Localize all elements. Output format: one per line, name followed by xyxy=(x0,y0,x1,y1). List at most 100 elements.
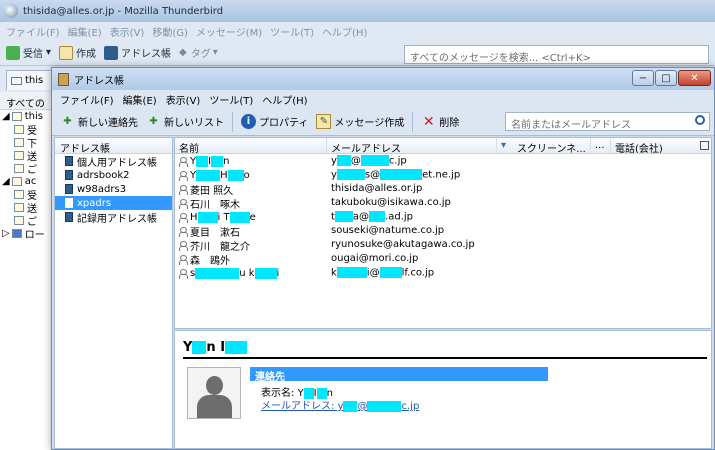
redaction xyxy=(196,169,221,181)
ab-menu-edit[interactable]: 編集(E) xyxy=(123,92,157,107)
thunderbird-app-icon xyxy=(4,4,18,18)
expander-icon[interactable]: ◢ xyxy=(2,111,10,122)
maximize-button[interactable]: □ xyxy=(655,70,677,86)
table-row[interactable]: 芥川 龍之介 ryunosuke@akutagawa.co.jp xyxy=(175,238,711,252)
mail-account-icon xyxy=(11,177,22,186)
column-email[interactable]: メールアドレス xyxy=(327,138,497,153)
card-email-link[interactable]: メールアドレス: y @ c.jp xyxy=(261,397,419,412)
get-mail-dropdown-icon[interactable]: ▾ xyxy=(46,47,51,58)
folder-inbox-2[interactable]: 受 xyxy=(0,188,53,201)
ab-menu-help[interactable]: ヘルプ(H) xyxy=(262,92,307,107)
redaction xyxy=(360,155,389,166)
main-menu-file[interactable]: ファイル(F) xyxy=(6,24,60,39)
folder-inbox-1[interactable]: 受 xyxy=(0,123,53,136)
column-more[interactable]: ... xyxy=(591,138,611,153)
table-row[interactable]: 石川 啄木 takuboku@isikawa.co.jp xyxy=(175,196,711,210)
ab-menu-tools[interactable]: ツール(T) xyxy=(209,92,253,107)
folder-account-1[interactable]: ◢ this xyxy=(0,110,53,123)
contact-email-cell: souseki@natume.co.jp xyxy=(331,225,445,236)
folder-account-2[interactable]: ◢ ac xyxy=(0,175,53,188)
properties-button[interactable]: i プロパティ xyxy=(241,114,308,129)
delete-button[interactable]: ✕ 削除 xyxy=(421,114,459,130)
person-icon xyxy=(179,156,188,167)
person-icon xyxy=(179,170,188,181)
contact-search-placeholder: 名前またはメールアドレス xyxy=(511,120,631,131)
table-row[interactable]: 森 鴎外 ougai@mori.co.jp xyxy=(175,252,711,266)
address-book-button[interactable]: アドレス帳 xyxy=(104,45,171,60)
tag-dropdown-icon: ▾ xyxy=(212,47,218,58)
main-folder-pane: すべての ◢ this 受 下 送 ご ◢ ac 受 送 ご ▷ ロー xyxy=(0,92,54,450)
folder-trash-1[interactable]: ご xyxy=(0,162,53,175)
contact-search-input[interactable]: 名前またはメールアドレス xyxy=(505,112,710,131)
directory-item-personal[interactable]: 個人用アドレス帳 xyxy=(55,154,172,169)
folder-drafts-1[interactable]: 下 xyxy=(0,136,53,149)
redaction xyxy=(197,211,218,223)
main-menu-message[interactable]: メッセージ(M) xyxy=(196,24,262,39)
trash-icon xyxy=(14,216,24,225)
contact-photo-avatar xyxy=(187,367,241,419)
new-contact-button[interactable]: ✚ 新しい連絡先 xyxy=(60,114,138,129)
column-name[interactable]: 名前 xyxy=(175,138,327,153)
directory-pane-header[interactable]: アドレス帳 xyxy=(55,138,172,155)
folder-sent-1[interactable]: 送 xyxy=(0,149,53,162)
directory-item-xpadrs[interactable]: xpadrs xyxy=(55,196,172,210)
directory-item-adrsbook2[interactable]: adrsbook2 xyxy=(55,168,172,182)
compose-label: メッセージ作成 xyxy=(334,118,405,129)
new-list-button[interactable]: ✚ 新しいリスト xyxy=(146,114,224,129)
redaction xyxy=(195,267,240,279)
new-list-icon: ✚ xyxy=(149,116,158,127)
folder-pane-header[interactable]: すべての xyxy=(0,92,53,110)
redaction xyxy=(229,211,250,223)
directory-item-collected[interactable]: 記録用アドレス帳 xyxy=(55,210,172,225)
column-phone[interactable]: 電話(会社) xyxy=(611,138,691,153)
main-menu-edit[interactable]: 編集(E) xyxy=(68,24,102,39)
contact-email-cell: k i@ lf.co.jp xyxy=(331,267,435,279)
person-icon xyxy=(179,184,188,195)
tab-inbox-label: this xyxy=(25,75,44,86)
main-menu-view[interactable]: 表示(V) xyxy=(110,24,145,39)
column-screen-name[interactable]: スクリーンネ... xyxy=(513,138,591,153)
get-mail-button[interactable]: 受信 ▾ xyxy=(6,45,51,60)
tag-button[interactable]: ◆ タグ ▾ xyxy=(179,45,218,60)
table-row[interactable]: 菱田 照久 thisida@alles.or.jp xyxy=(175,182,711,196)
close-button[interactable]: ✕ xyxy=(678,70,711,86)
redaction xyxy=(367,400,402,412)
folder-sent-2[interactable]: 送 xyxy=(0,201,53,214)
contact-name-cell: su ki xyxy=(175,266,327,280)
folder-local[interactable]: ▷ ロー xyxy=(0,227,53,240)
main-menu-go[interactable]: 移動(G) xyxy=(152,24,188,39)
ab-menu-view[interactable]: 表示(V) xyxy=(166,92,201,107)
expander-icon[interactable]: ▷ xyxy=(2,228,10,239)
table-row[interactable]: 夏目 漱石 souseki@natume.co.jp xyxy=(175,224,711,238)
ab-window-title: アドレス帳 xyxy=(74,75,124,87)
write-label: 作成 xyxy=(76,49,97,60)
table-row[interactable]: su ki k i@ lf.co.jp xyxy=(175,266,711,280)
main-menu-tools[interactable]: ツール(T) xyxy=(270,24,314,39)
redaction xyxy=(211,155,224,167)
expander-icon[interactable]: ◢ xyxy=(2,176,10,187)
main-window-title: thisida@alles.or.jp - Mozilla Thunderbir… xyxy=(23,5,224,17)
redaction xyxy=(379,267,402,278)
folder-trash-2[interactable]: ご xyxy=(0,214,53,227)
table-row[interactable]: YIn y @ c.jp xyxy=(175,154,711,168)
compose-button[interactable]: ✎ メッセージ作成 xyxy=(316,114,404,129)
table-row[interactable]: YHo y s@ et.ne.jp xyxy=(175,168,711,182)
main-menu-help[interactable]: ヘルプ(H) xyxy=(322,24,367,39)
redaction xyxy=(380,169,423,180)
write-button[interactable]: 作成 xyxy=(59,45,96,60)
column-picker-icon[interactable] xyxy=(700,141,709,150)
directory-pane: アドレス帳 個人用アドレス帳 adrsbook2 w98adrs3 xpadrs… xyxy=(54,137,173,449)
table-row[interactable]: Hi Te t a@ .ad.jp xyxy=(175,210,711,224)
redaction xyxy=(336,169,365,180)
search-icon[interactable] xyxy=(695,115,705,125)
ab-menu-file[interactable]: ファイル(F) xyxy=(60,92,114,107)
ab-toolbar: ✚ 新しい連絡先 ✚ 新しいリスト i プロパティ ✎ メッセージ作成 ✕ 削除… xyxy=(52,108,714,136)
contact-name-cell: Hi Te xyxy=(175,210,327,224)
tab-inbox[interactable]: this xyxy=(6,70,56,90)
address-book-label: アドレス帳 xyxy=(121,49,172,60)
directory-item-w98adrs3[interactable]: w98adrs3 xyxy=(55,182,172,196)
sent-icon xyxy=(14,151,24,160)
main-search-input[interactable]: すべてのメッセージを検索... <Ctrl+K> xyxy=(404,45,709,64)
new-contact-label: 新しい連絡先 xyxy=(78,118,138,129)
minimize-button[interactable]: − xyxy=(632,70,654,86)
